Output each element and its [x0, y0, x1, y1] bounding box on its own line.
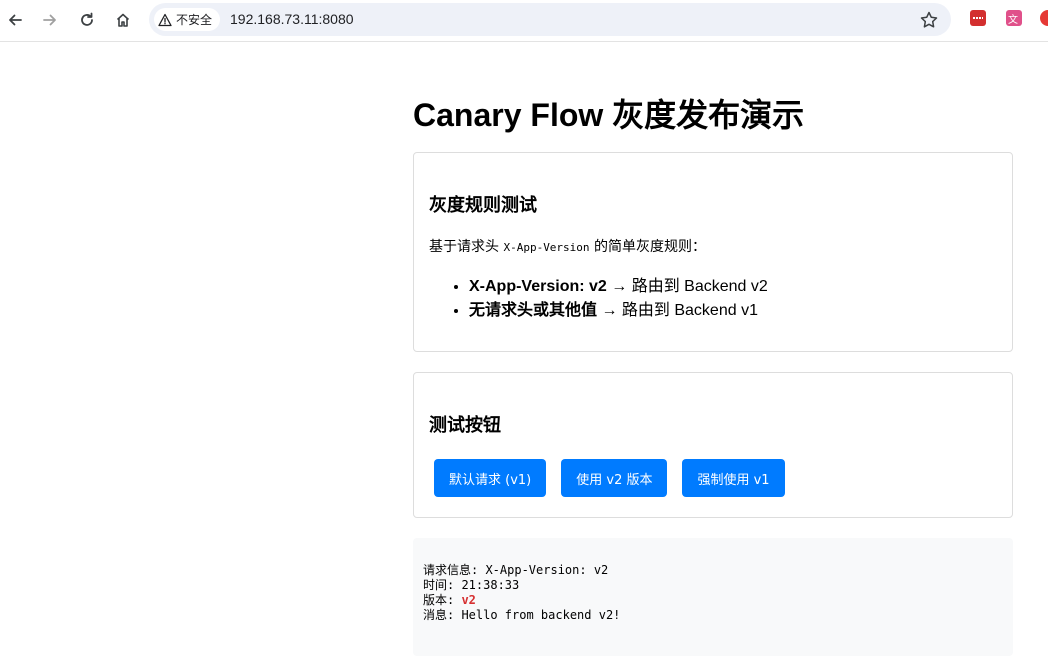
buttons-card: 测试按钮 默认请求 (v1) 使用 v2 版本 强制使用 v1 — [413, 372, 1013, 518]
result-time-line: 时间: 21:38:33 — [423, 578, 1003, 593]
desc-suffix: 的简单灰度规则： — [589, 239, 706, 255]
reload-button[interactable] — [76, 9, 98, 31]
extension-icon[interactable] — [970, 10, 986, 26]
rules-list: X-App-Version: v2 → 路由到 Backend v2 无请求头或… — [429, 275, 768, 323]
time-value: 21:38:33 — [461, 578, 520, 592]
button-row: 默认请求 (v1) 使用 v2 版本 强制使用 v1 — [434, 459, 785, 497]
arrow-left-icon — [9, 14, 22, 26]
message-value: Hello from backend v2! — [461, 608, 621, 622]
rule-target: → 路由到 Backend v1 — [597, 302, 758, 319]
warning-icon — [158, 13, 172, 26]
rules-heading: 灰度规则测试 — [429, 195, 537, 215]
default-request-button[interactable]: 默认请求 (v1) — [434, 459, 547, 497]
result-request-line: 请求信息: X-App-Version: v2 — [423, 563, 1003, 578]
use-v2-button[interactable]: 使用 v2 版本 — [561, 459, 668, 497]
list-item: X-App-Version: v2 → 路由到 Backend v2 — [469, 275, 768, 299]
result-panel: 请求信息: X-App-Version: v2 时间: 21:38:33 版本: v… — [413, 538, 1013, 656]
reload-icon — [81, 12, 93, 26]
desc-prefix: 基于请求头 — [429, 239, 504, 255]
request-label: 请求信息: — [423, 563, 486, 577]
force-v1-button[interactable]: 强制使用 v1 — [682, 459, 785, 497]
url-text[interactable]: 192.168.73.11:8080 — [230, 11, 354, 27]
message-label: 消息: — [423, 608, 462, 622]
rule-condition: 无请求头或其他值 — [469, 302, 598, 319]
rules-description: 基于请求头 X-App-Version 的简单灰度规则： — [429, 236, 706, 256]
result-version-line: 版本: v2 — [423, 593, 1003, 608]
list-item: 无请求头或其他值 → 路由到 Backend v1 — [469, 299, 768, 323]
translate-extension-icon[interactable]: 文 — [1006, 10, 1022, 26]
security-indicator[interactable]: 不安全 — [154, 8, 221, 31]
buttons-heading: 测试按钮 — [429, 415, 501, 435]
bookmark-star-icon[interactable] — [919, 10, 939, 30]
back-button[interactable] — [4, 9, 26, 31]
profile-extension-icon[interactable] — [1040, 10, 1048, 26]
time-label: 时间: — [423, 578, 462, 592]
page-title: Canary Flow 灰度发布演示 — [413, 97, 805, 133]
security-label: 不安全 — [176, 13, 213, 27]
rules-card: 灰度规则测试 基于请求头 X-App-Version 的简单灰度规则： X-Ap… — [413, 152, 1013, 352]
arrow-right-icon — [43, 14, 56, 26]
version-value: v2 — [461, 593, 476, 607]
home-button[interactable] — [112, 9, 134, 31]
request-value: X-App-Version: v2 — [485, 563, 609, 577]
browser-toolbar: 不安全 192.168.73.11:8080 文 — [0, 0, 1048, 42]
home-icon — [116, 13, 130, 27]
forward-button[interactable] — [39, 9, 61, 31]
rule-target: → 路由到 Backend v2 — [606, 278, 768, 295]
header-name-code: X-App-Version — [503, 241, 590, 254]
address-bar[interactable]: 不安全 192.168.73.11:8080 — [149, 3, 951, 36]
rule-condition: X-App-Version: v2 — [469, 278, 607, 295]
result-message-line: 消息: Hello from backend v2! — [423, 608, 1003, 623]
version-label: 版本: — [423, 593, 462, 607]
